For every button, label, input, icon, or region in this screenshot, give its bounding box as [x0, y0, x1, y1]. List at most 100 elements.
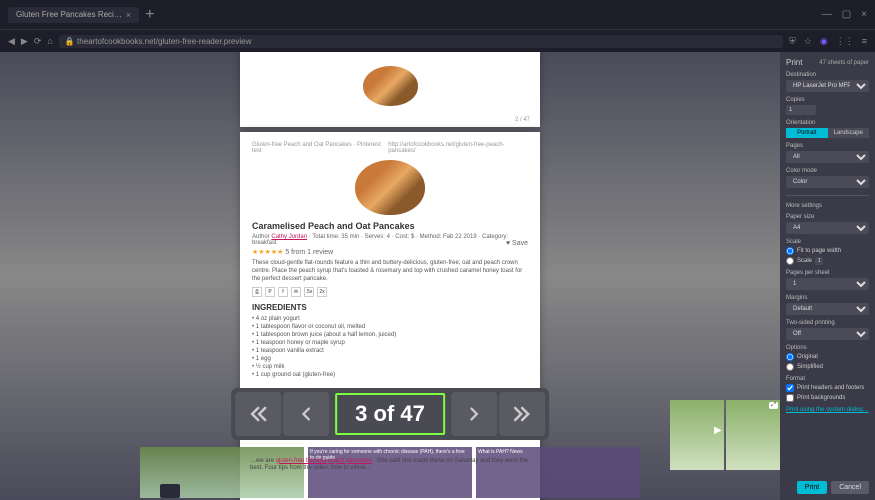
list-item: 1 teaspoon honey or maple syrup — [252, 339, 528, 347]
star-icon[interactable]: ☆ — [804, 36, 812, 47]
scale-label: Scale — [786, 239, 869, 245]
menu-icon[interactable]: ≡ — [862, 36, 867, 47]
copies-input[interactable] — [786, 105, 816, 115]
opt-original-radio[interactable] — [786, 353, 794, 361]
page-number: 2 / 47 — [515, 117, 530, 123]
save-button[interactable]: ♥ Save — [506, 240, 528, 247]
ad-card[interactable]: What is PAH? News — [476, 447, 640, 498]
home-icon[interactable]: ⌂ — [47, 36, 52, 46]
reload-icon[interactable]: ⟳ — [34, 36, 42, 47]
options-label: Options — [786, 345, 869, 351]
twosided-select[interactable]: Off — [786, 328, 869, 340]
papersize-label: Paper size — [786, 214, 869, 220]
pps-select[interactable]: 1 — [786, 278, 869, 290]
scale-value-input[interactable] — [815, 257, 823, 265]
background-article-text: …we are gluten-free banana yogurt pancak… — [250, 458, 530, 472]
portrait-option[interactable]: Portrait — [786, 128, 828, 138]
maximize-icon[interactable]: ▢ — [842, 9, 851, 20]
url-bar-row: ◀ ▶ ⟳ ⌂ 🔒 theartofcookbooks.net/gluten-f… — [0, 30, 875, 52]
landscape-option[interactable]: Landscape — [828, 128, 870, 138]
print-title: Print — [786, 58, 802, 67]
share-row: ⎙ P f ✉ .5x 2x — [252, 287, 528, 297]
background-ads: If you're caring for someone with chroni… — [0, 445, 780, 500]
list-item: 1 tablespoon flavor or coconut oil, melt… — [252, 323, 528, 331]
system-dialog-link[interactable]: Print using the system dialog… — [786, 407, 869, 413]
print-button[interactable]: Print — [797, 481, 827, 494]
pages-label: Pages — [786, 143, 869, 149]
opt-simplified-radio[interactable] — [786, 363, 794, 371]
sheet-count: 47 sheets of paper — [819, 60, 869, 66]
scale-custom-radio[interactable] — [786, 257, 794, 265]
share-fb-icon[interactable]: f — [278, 287, 288, 297]
orientation-label: Orientation — [786, 120, 869, 126]
first-page-button[interactable] — [235, 392, 281, 436]
chevron-left-icon — [297, 405, 315, 423]
rating: ★★★★★ 5 from 1 review — [252, 248, 528, 256]
recipe-title: Caramelised Peach and Oat Pancakes — [252, 221, 528, 231]
cancel-button[interactable]: Cancel — [831, 481, 869, 494]
expand-icon[interactable]: ⤢ — [769, 402, 778, 409]
play-icon: ▶ — [714, 425, 722, 436]
more-settings-label[interactable]: More settings — [786, 203, 869, 209]
scale-half[interactable]: .5x — [304, 287, 314, 297]
colormode-label: Color mode — [786, 168, 869, 174]
taskbar-indicator[interactable] — [160, 484, 180, 498]
browser-tab[interactable]: Gluten Free Pancakes Reci… × — [8, 7, 139, 23]
list-item: 1 teaspoon vanilla extract — [252, 347, 528, 355]
pps-label: Pages per sheet — [786, 270, 869, 276]
minimize-icon[interactable]: — — [822, 9, 832, 20]
print-settings-panel: Print 47 sheets of paper Destination HP … — [780, 52, 875, 500]
print-preview-viewport: 2 / 47 Gluten-free Peach and Oat Pancake… — [0, 52, 780, 500]
twosided-label: Two-sided printing — [786, 320, 869, 326]
headers-checkbox[interactable] — [786, 384, 794, 392]
papersize-select[interactable]: A4 — [786, 222, 869, 234]
list-item: 1 tablespoon brown juice (about a half l… — [252, 331, 528, 339]
back-icon[interactable]: ◀ — [8, 36, 15, 47]
url-input[interactable]: 🔒 theartofcookbooks.net/gluten-free-read… — [59, 35, 783, 48]
list-item: 1 cup ground oat (gluten-free) — [252, 371, 528, 379]
new-tab-button[interactable]: + — [145, 6, 154, 24]
destination-label: Destination — [786, 72, 869, 78]
prev-page-button[interactable] — [283, 392, 329, 436]
margins-select[interactable]: Default — [786, 303, 869, 315]
recipe-description: These cloud-gentle flat-rounds feature a… — [252, 260, 528, 283]
shield-icon[interactable]: ⛨ — [789, 36, 796, 47]
pages-select[interactable]: All — [786, 151, 869, 163]
format-label: Format — [786, 376, 869, 382]
colormode-select[interactable]: Color — [786, 176, 869, 188]
scale-double[interactable]: 2x — [317, 287, 327, 297]
list-item: ½ cup milk — [252, 363, 528, 371]
close-window-icon[interactable]: × — [861, 9, 867, 20]
scale-fit-radio[interactable] — [786, 247, 794, 255]
page-header-right: http://artofcookbooks.net/gluten-free-pe… — [388, 142, 528, 154]
close-icon[interactable]: × — [126, 10, 131, 20]
inline-link[interactable]: gluten-free banana yogurt pancakes — [276, 458, 372, 464]
page-header-left: Gluten-free Peach and Oat Pancakes · Pin… — [252, 142, 388, 154]
backgrounds-checkbox[interactable] — [786, 394, 794, 402]
recipe-meta: Author Cathy Jordan · Total time: 35 min… — [252, 234, 528, 246]
share-mail-icon[interactable]: ✉ — [291, 287, 301, 297]
next-page-button[interactable] — [451, 392, 497, 436]
url-text: theartofcookbooks.net/gluten-free-reader… — [77, 37, 251, 46]
last-page-button[interactable] — [499, 392, 545, 436]
share-print-icon[interactable]: ⎙ — [252, 287, 262, 297]
ingredients-list: 4 oz plain yogurt 1 tablespoon flavor or… — [252, 315, 528, 379]
extensions-icon[interactable]: ⋮⋮ — [836, 36, 854, 47]
account-icon[interactable]: ◉ — [820, 36, 828, 47]
orientation-toggle: Portrait Landscape — [786, 128, 869, 138]
chevron-double-right-icon — [512, 404, 532, 424]
ad-card[interactable]: If you're caring for someone with chroni… — [308, 447, 472, 498]
forward-icon[interactable]: ▶ — [21, 36, 28, 47]
browser-tab-bar: Gluten Free Pancakes Reci… × + — ▢ × — [0, 0, 875, 30]
margins-label: Margins — [786, 295, 869, 301]
chevron-double-left-icon — [248, 404, 268, 424]
recipe-image — [363, 66, 418, 106]
share-pin-icon[interactable]: P — [265, 287, 275, 297]
star-icons: ★★★★★ — [252, 249, 283, 256]
destination-select[interactable]: HP LaserJet Pro MFP M… — [786, 80, 869, 92]
list-item: 4 oz plain yogurt — [252, 315, 528, 323]
recipe-hero-image — [355, 160, 425, 215]
ingredients-heading: Ingredients — [252, 303, 528, 312]
list-item: 1 egg — [252, 355, 528, 363]
preview-page-prev: 2 / 47 — [240, 52, 540, 127]
